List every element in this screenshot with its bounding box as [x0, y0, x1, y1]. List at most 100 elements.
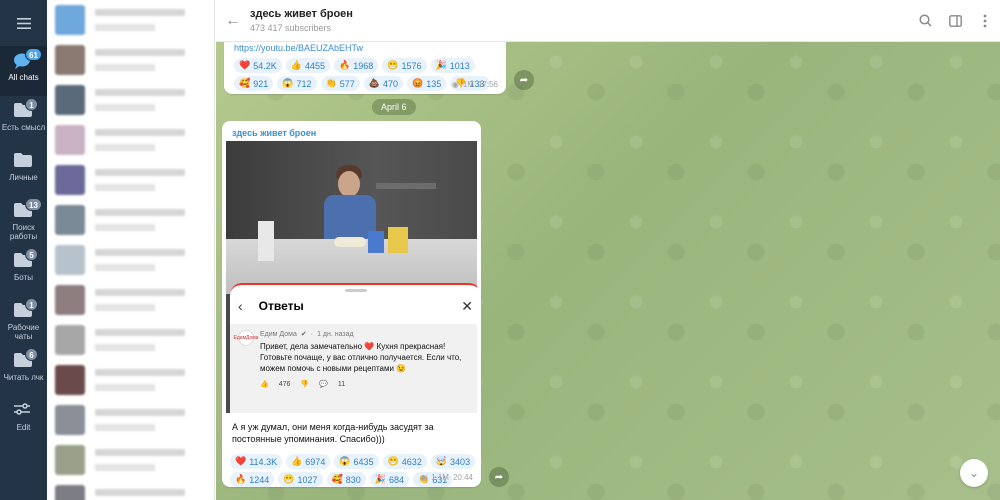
reaction-count: 470	[382, 78, 398, 89]
folder-item[interactable]: Edit	[0, 396, 47, 446]
unread-badge: 13	[25, 198, 42, 211]
avatar	[55, 365, 85, 395]
chat-list-item[interactable]	[47, 80, 214, 120]
reply-count: 11	[337, 380, 346, 388]
reaction-chip[interactable]: 😁 1027	[278, 472, 323, 487]
chat-list-item[interactable]	[47, 240, 214, 280]
reaction-chip[interactable]: 😱 6435	[334, 454, 379, 469]
chat-list-item[interactable]	[47, 480, 214, 500]
reaction-chip[interactable]: 😁 1576	[382, 58, 427, 73]
reaction-chip[interactable]: 🔥 1244	[230, 472, 275, 487]
verified-icon: ✔	[300, 331, 307, 338]
more-button[interactable]	[970, 14, 1000, 28]
chat-header: ← здесь живет броен 473 417 subscribers	[216, 0, 1000, 42]
share-button[interactable]: ➦	[514, 70, 534, 90]
folder-item[interactable]: Поиск работы 13	[0, 196, 47, 246]
message-caption: А я уж думал, они меня когда-нибудь засу…	[232, 422, 434, 444]
unread-badge: 1	[25, 98, 38, 111]
chat-list[interactable]	[47, 0, 215, 500]
unread-badge: 61	[25, 48, 42, 61]
share-icon: ➦	[519, 74, 529, 86]
chevron-down-icon: ⌄	[968, 466, 980, 480]
reaction-count: 1576	[401, 60, 422, 71]
share-icon: ➦	[494, 471, 504, 483]
view-count: 1.1M	[431, 473, 449, 482]
chat-name-redacted	[95, 9, 185, 16]
reaction-emoji: 👍	[290, 60, 302, 70]
chat-title-block[interactable]: здесь живет броен 473 417 subscribers	[250, 8, 910, 33]
chat-preview-redacted	[95, 64, 155, 71]
reaction-chip[interactable]: ❤️ 114.3K	[230, 454, 283, 469]
chat-list-item[interactable]	[47, 200, 214, 240]
reaction-emoji: 🥰	[331, 474, 343, 484]
folder-item[interactable]: Есть смысл 1	[0, 96, 47, 146]
reaction-chip[interactable]: 😡 135	[407, 76, 447, 91]
message-meta: ◉ 1.1M 20:44	[420, 473, 473, 482]
avatar	[55, 405, 85, 435]
reaction-chip[interactable]: 👍 4455	[285, 58, 330, 73]
photo-shelf	[376, 183, 436, 189]
reaction-chip[interactable]: 🔥 1968	[334, 58, 379, 73]
share-button[interactable]: ➦	[489, 467, 509, 487]
chat-area[interactable]: https://youtu.be/BAEUZAbEHTw ❤️ 54.2K 👍 445…	[216, 42, 1000, 500]
message-bubble[interactable]: https://youtu.be/BAEUZAbEHTw ❤️ 54.2K 👍 445…	[224, 42, 506, 94]
reaction-count: 1244	[249, 474, 270, 485]
sliders-icon	[13, 402, 35, 420]
chat-title: здесь живет броен	[250, 8, 353, 20]
message-bubble[interactable]: здесь живет броен ‹ Ответы ✕ ЕдимДома Ед…	[222, 121, 481, 487]
reaction-chip[interactable]: 🥰 921	[234, 76, 274, 91]
reaction-chip[interactable]: 👍 6974	[286, 454, 331, 469]
chat-name-redacted	[95, 489, 185, 496]
chat-list-item[interactable]	[47, 360, 214, 400]
photo-screenshot[interactable]: ‹ Ответы ✕ ЕдимДома Едим Дома ✔ · 1 дн. …	[226, 141, 477, 413]
reaction-emoji: 😡	[412, 78, 424, 88]
reaction-chip[interactable]: 🤯 3403	[430, 454, 476, 469]
chat-list-item[interactable]	[47, 0, 214, 40]
reply-icon: 💬	[319, 381, 328, 388]
reaction-emoji: 👍	[291, 456, 303, 466]
avatar	[55, 245, 85, 275]
chat-name-redacted	[95, 129, 185, 136]
folder-item[interactable]: Боты 5	[0, 246, 47, 296]
reaction-chip[interactable]: 💩 470	[363, 76, 403, 91]
menu-button[interactable]	[0, 0, 47, 46]
chat-preview-redacted	[95, 464, 155, 471]
reaction-count: 712	[296, 78, 312, 89]
sidebar-toggle-button[interactable]	[940, 14, 970, 27]
scroll-down-button[interactable]: ⌄	[960, 459, 988, 487]
chat-list-item[interactable]	[47, 160, 214, 200]
reaction-emoji: 😁	[283, 474, 295, 484]
reaction-count: 4455	[304, 60, 325, 71]
folder-item[interactable]: All chats 61	[0, 46, 47, 96]
message-time: 20:44	[452, 473, 473, 482]
reaction-count: 577	[339, 78, 355, 89]
youtube-link[interactable]: https://youtu.be/BAEUZAbEHTw	[234, 43, 496, 53]
search-button[interactable]	[910, 14, 940, 27]
chat-name-redacted	[95, 369, 185, 376]
folder-item[interactable]: Рабочие чаты 1	[0, 296, 47, 346]
chat-name-redacted	[95, 409, 185, 416]
chat-list-item[interactable]	[47, 440, 214, 480]
date-separator: April 6	[372, 99, 416, 115]
chat-list-item[interactable]	[47, 120, 214, 160]
reaction-chip[interactable]: 🎉 684	[369, 472, 409, 487]
reaction-chip[interactable]: 👏 577	[320, 76, 360, 91]
reaction-chip[interactable]: ❤️ 54.2K	[234, 58, 282, 73]
reaction-emoji: 😁	[387, 60, 399, 70]
chat-list-item[interactable]	[47, 40, 214, 80]
avatar	[55, 325, 85, 355]
chat-list-item[interactable]	[47, 280, 214, 320]
message-author[interactable]: здесь живет броен	[222, 121, 481, 141]
folder-label: Поиск работы	[9, 223, 38, 241]
chat-list-item[interactable]	[47, 320, 214, 360]
chat-name-redacted	[95, 249, 185, 256]
reaction-chip[interactable]: 😁 4632	[382, 454, 427, 469]
reaction-chip[interactable]: 🎉 1013	[430, 58, 475, 73]
back-button[interactable]: ←	[216, 12, 250, 30]
reaction-chip[interactable]: 🥰 830	[326, 472, 366, 487]
chat-list-item[interactable]	[47, 400, 214, 440]
reaction-chip[interactable]: 😱 712	[277, 76, 317, 91]
folder-item[interactable]: Личные	[0, 146, 47, 196]
folder-label: Edit	[16, 423, 31, 432]
folder-item[interactable]: Читать лчк 6	[0, 346, 47, 396]
